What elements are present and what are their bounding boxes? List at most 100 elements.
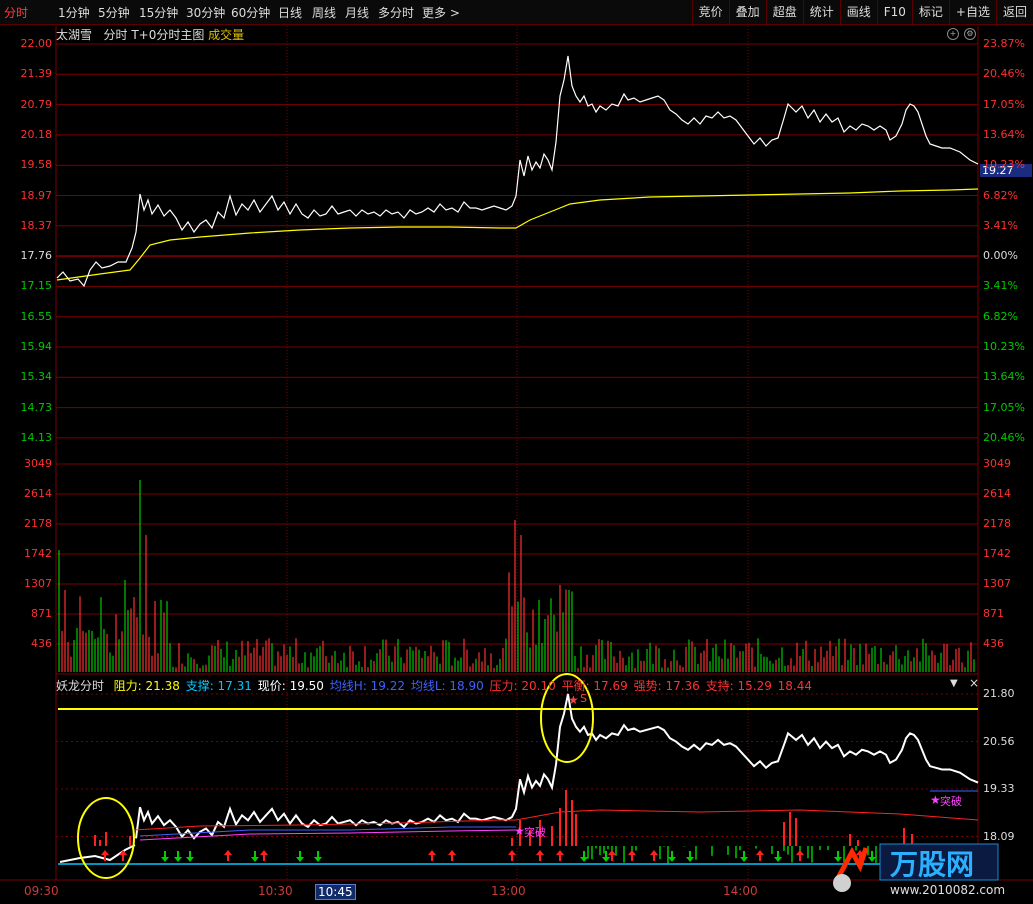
chart-header: 太湖雪 分时 T+0分时主图 成交量: [56, 26, 244, 43]
sell-arrow-icon: [774, 851, 782, 862]
percent-tick: 17.05%: [983, 97, 1025, 111]
price-tick: 14.13: [20, 430, 53, 444]
volume-bars: [58, 480, 975, 672]
percent-tick: 13.64%: [983, 370, 1025, 384]
indicator-header: 妖龙分时 阻力: 21.38 支撑: 17.31 现价: 19.50 均线H: …: [56, 677, 816, 694]
mode-label[interactable]: 分时: [103, 28, 127, 42]
volume-label[interactable]: 成交量: [208, 28, 244, 42]
price-tick: 18.97: [20, 188, 53, 202]
price-tick: 15.34: [20, 370, 53, 384]
price-tick: 15.94: [20, 340, 53, 353]
indicator-price-line: [135, 693, 979, 840]
volume-tick: 3049: [24, 457, 52, 470]
sell-arrow-icon: [580, 851, 588, 862]
percent-tick: 17.05%: [983, 400, 1025, 414]
time-label-1400: 14:00: [723, 884, 758, 898]
volume-tick-right: 871: [983, 607, 1004, 620]
percent-tick: 3.41%: [983, 279, 1018, 293]
indicator-tick: 21.80: [983, 687, 1015, 700]
sell-arrow-icon: [186, 851, 194, 862]
chart-subtitle[interactable]: T+0分时主图: [131, 28, 204, 42]
sell-arrow-icon: [314, 851, 322, 862]
percent-tick: 20.46%: [983, 67, 1025, 81]
indicator-field-9: 18.44: [777, 679, 813, 693]
price-tick: 14.73: [20, 400, 53, 414]
buy-arrow-icon: [556, 850, 564, 861]
indicator-name[interactable]: 妖龙分时: [56, 679, 104, 693]
s-signal: S: [580, 692, 587, 705]
indicator-field-6: 平衡: 17.69: [561, 679, 632, 693]
stock-name: 太湖雪: [56, 28, 93, 42]
buy-arrow-icon: [448, 850, 456, 861]
settings-icon[interactable]: ⚙: [964, 28, 976, 40]
indicator-menu-arrow[interactable]: ▼: [950, 678, 958, 689]
volume-tick: 436: [31, 637, 52, 650]
percent-tick: 10.23%: [983, 158, 1025, 172]
price-tick: 19.58: [20, 158, 53, 172]
percent-tick: 13.64%: [983, 127, 1025, 141]
volume-tick: 2614: [24, 487, 52, 500]
time-label-selected[interactable]: 10:45: [315, 884, 356, 900]
price-tick: 18.37: [20, 218, 53, 232]
percent-tick: 6.82%: [983, 188, 1018, 202]
volume-tick-right: 1307: [983, 577, 1011, 590]
price-tick: 20.18: [20, 127, 53, 141]
percent-tick: 10.23%: [983, 340, 1025, 353]
watermark-logo: 万股网 www.2010082.com: [820, 838, 1010, 898]
indicator-tick: 19.33: [983, 782, 1015, 795]
volume-tick-right: 3049: [983, 457, 1011, 470]
sell-arrow-icon: [296, 851, 304, 862]
breakout-signal-right: 突破: [940, 795, 962, 808]
buy-arrow-icon: [608, 850, 616, 861]
time-label-1030: 10:30: [258, 884, 293, 898]
price-tick: 17.15: [20, 279, 53, 293]
indicator-field-0: 阻力: 21.38: [113, 679, 184, 693]
price-tick: 17.76: [20, 249, 53, 263]
percent-tick: 0.00%: [983, 249, 1018, 263]
buy-arrow-icon: [536, 850, 544, 861]
sell-arrow-icon: [602, 851, 610, 862]
intraday-chart[interactable]: ★★★: [0, 0, 1033, 904]
svg-text:万股网: 万股网: [890, 848, 974, 881]
svg-text:www.2010082.com: www.2010082.com: [890, 883, 1005, 897]
time-label-0930: 09:30: [24, 884, 59, 898]
sell-arrow-icon: [161, 851, 169, 862]
price-tick: 22.00: [20, 37, 53, 50]
price-tick: 16.55: [20, 309, 53, 323]
volume-tick: 1742: [24, 547, 52, 560]
indicator-field-3: 均线H: 19.22: [329, 679, 409, 693]
volume-tick-right: 436: [983, 637, 1004, 650]
sell-arrow-icon: [740, 851, 748, 862]
indicator-close-icon[interactable]: ×: [969, 676, 979, 690]
time-label-1300: 13:00: [491, 884, 526, 898]
percent-tick: 6.82%: [983, 309, 1018, 323]
sell-arrow-icon: [174, 851, 182, 862]
sell-arrow-icon: [686, 851, 694, 862]
buy-arrow-icon: [650, 850, 658, 861]
percent-tick: 20.46%: [983, 430, 1025, 444]
buy-arrow-icon: [508, 850, 516, 861]
volume-tick: 871: [31, 607, 52, 620]
volume-tick: 1307: [24, 577, 52, 590]
breakout-signal-mid: 突破: [524, 826, 546, 839]
buy-arrow-icon: [260, 850, 268, 861]
indicator-field-1: 支撑: 17.31: [185, 679, 256, 693]
buy-arrow-icon: [628, 850, 636, 861]
percent-tick: 23.87%: [983, 37, 1025, 50]
volume-tick-right: 2614: [983, 487, 1011, 500]
sell-arrow-icon: [668, 851, 676, 862]
volume-tick-right: 1742: [983, 547, 1011, 560]
buy-arrow-icon: [756, 850, 764, 861]
indicator-field-5: 压力: 20.10: [489, 679, 560, 693]
indicator-field-8: 支持: 15.29: [705, 679, 776, 693]
percent-tick: 3.41%: [983, 218, 1018, 232]
add-indicator-icon[interactable]: +: [947, 28, 959, 40]
indicator-field-4: 均线L: 18.90: [410, 679, 488, 693]
indicator-field-7: 强势: 17.36: [633, 679, 704, 693]
buy-arrow-icon: [796, 850, 804, 861]
volume-tick: 2178: [24, 517, 52, 530]
buy-arrow-icon: [119, 850, 127, 861]
star-icon: ★: [568, 693, 579, 707]
price-tick: 21.39: [20, 67, 53, 81]
indicator-fields: 阻力: 21.38 支撑: 17.31 现价: 19.50 均线H: 19.22…: [114, 679, 814, 693]
